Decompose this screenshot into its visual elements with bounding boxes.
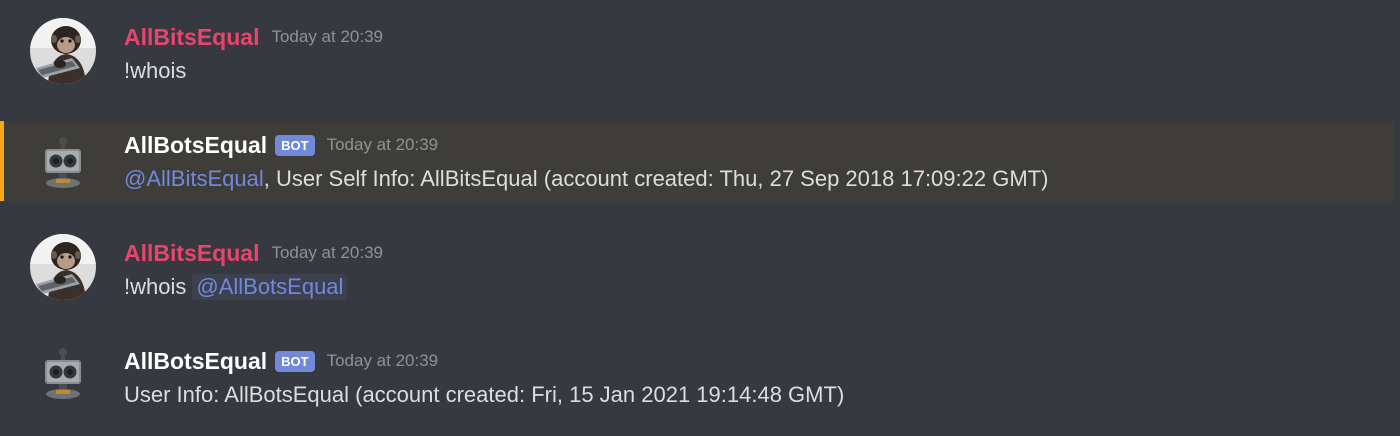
message-text: !whois (124, 58, 187, 83)
message-header: AllBotsEqual BOT Today at 20:39 (124, 130, 438, 160)
message-item-highlighted: AllBotsEqual BOT Today at 20:39 @AllBits… (0, 121, 1395, 201)
bot-badge: BOT (275, 134, 315, 156)
message-content: !whois (124, 56, 186, 86)
message-header: AllBitsEqual Today at 20:39 (124, 238, 383, 268)
username[interactable]: AllBitsEqual (124, 240, 259, 267)
message-text: , User Self Info: AllBitsEqual (account … (263, 166, 1049, 191)
message-item: AllBitsEqual Today at 20:39 !whois @AllB… (0, 216, 1395, 300)
message-content: User Info: AllBotsEqual (account created… (124, 380, 844, 410)
message-text: !whois (124, 274, 187, 299)
user-mention[interactable]: @AllBitsEqual (124, 166, 264, 192)
chimpanzee-avatar[interactable] (30, 18, 96, 84)
timestamp: Today at 20:39 (271, 27, 383, 46)
message-text: User Info: AllBotsEqual (account created… (124, 382, 845, 407)
user-mention[interactable]: @AllBotsEqual (192, 274, 348, 300)
message-content: !whois @AllBotsEqual (124, 272, 348, 302)
timestamp: Today at 20:39 (326, 351, 439, 370)
message-content: @AllBitsEqual, User Self Info: AllBitsEq… (124, 164, 1048, 194)
message-header: AllBotsEqual BOT Today at 20:39 (124, 346, 438, 376)
message-item: AllBotsEqual BOT Today at 20:39 User Inf… (0, 324, 1395, 408)
chat-messages: AllBitsEqual Today at 20:39 !whois AllBo… (0, 0, 1400, 436)
timestamp: Today at 20:39 (326, 135, 439, 154)
username[interactable]: AllBotsEqual (124, 132, 267, 159)
username[interactable]: AllBitsEqual (124, 24, 259, 51)
robot-avatar[interactable] (30, 131, 96, 197)
message-header: AllBitsEqual Today at 20:39 (124, 22, 383, 52)
username[interactable]: AllBotsEqual (124, 348, 267, 375)
bot-badge: BOT (275, 350, 315, 372)
message-item: AllBitsEqual Today at 20:39 !whois (0, 0, 1395, 84)
timestamp: Today at 20:39 (271, 243, 383, 262)
chimpanzee-avatar[interactable] (30, 234, 96, 300)
robot-avatar[interactable] (30, 342, 96, 408)
